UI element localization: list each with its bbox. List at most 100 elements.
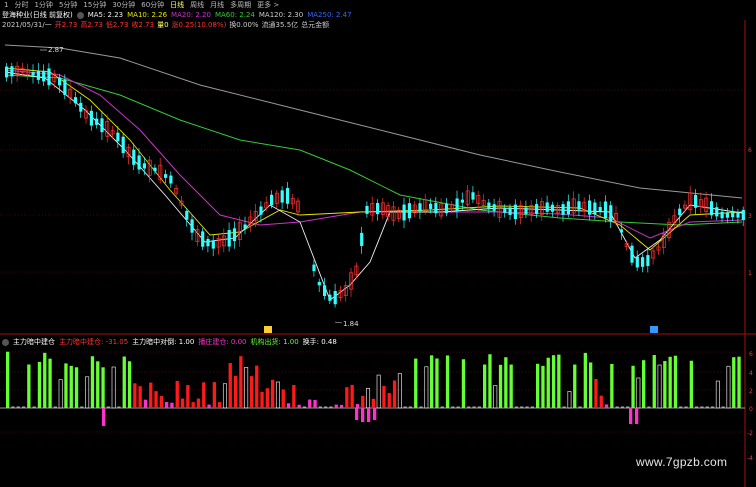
indicator-bar-tiny bbox=[700, 406, 704, 408]
candle-body-down bbox=[164, 174, 168, 178]
indicator-bar-tiny bbox=[684, 406, 688, 408]
candle-body-down bbox=[36, 70, 40, 80]
indicator-bar-red bbox=[212, 382, 216, 408]
indicator-bar-tiny bbox=[710, 406, 715, 408]
candle-body-down bbox=[31, 71, 35, 76]
indicator-bar-green bbox=[483, 364, 487, 408]
candle-body-down bbox=[333, 291, 337, 305]
candle-body-down bbox=[169, 175, 173, 184]
indicator-bar-negative bbox=[373, 408, 377, 420]
indicator-bar-green bbox=[509, 364, 513, 408]
indicator-bar-outline bbox=[376, 374, 381, 409]
indicator-bar-red bbox=[239, 356, 243, 408]
low-marker-line bbox=[334, 321, 343, 324]
indicator-bar-red bbox=[345, 387, 349, 408]
indicator-bar-tiny bbox=[408, 406, 413, 408]
candle-body-down bbox=[185, 210, 189, 220]
event-flag-icon[interactable] bbox=[264, 326, 272, 333]
indicator-bar-green bbox=[504, 357, 508, 408]
candle-body-down bbox=[429, 203, 433, 209]
indicator-bar-green bbox=[37, 361, 42, 408]
indicator-bar-magenta bbox=[207, 404, 211, 408]
candle-body-down bbox=[121, 136, 125, 154]
candle-body-down bbox=[709, 201, 714, 216]
indicator-bar-negative bbox=[635, 408, 639, 424]
indicator-bar-magenta bbox=[170, 402, 174, 408]
indicator-bar-tiny bbox=[721, 406, 725, 408]
candle-body-down bbox=[593, 202, 597, 215]
indicator-bar-tiny bbox=[472, 406, 476, 408]
indicator-bar-green bbox=[573, 364, 577, 408]
indicator-bar-green bbox=[430, 355, 434, 408]
indicator-bar-tiny bbox=[106, 406, 110, 408]
indicator-name[interactable]: 主力暗中建仓 bbox=[13, 337, 55, 347]
indicator-bar-outline bbox=[567, 391, 572, 409]
candle-body-down bbox=[508, 207, 512, 215]
indicator-bar-tiny bbox=[32, 406, 36, 408]
candle-body-down bbox=[360, 232, 364, 246]
price-axis-label-top: 6 bbox=[748, 147, 752, 154]
candle-body-down bbox=[47, 68, 51, 86]
indicator-bar-outline bbox=[85, 376, 90, 409]
candle-body-down bbox=[725, 212, 729, 218]
indicator-bar-green bbox=[737, 356, 741, 408]
indicator-bar-red bbox=[218, 402, 222, 408]
candle-body-down bbox=[142, 163, 146, 169]
indicator-bar-negative bbox=[102, 408, 106, 426]
indicator-settings-icon[interactable] bbox=[2, 338, 9, 346]
candle-body-down bbox=[407, 203, 411, 219]
watermark: www.7gpzb.com bbox=[636, 455, 728, 469]
candle-body-down bbox=[285, 188, 290, 204]
indicator-bar-tiny bbox=[647, 406, 651, 408]
candle-body-down bbox=[577, 201, 581, 210]
candle-body-down bbox=[524, 207, 528, 215]
candle-body-down bbox=[211, 240, 215, 249]
indicator-bar-red bbox=[233, 375, 238, 408]
indicator-bar-green bbox=[551, 355, 556, 408]
candle-body-down bbox=[561, 204, 565, 215]
indicator-bar-outline bbox=[715, 380, 720, 409]
kline-chart[interactable]: 2.87 1.84 6 3 1 6 4 2 0 -2 -4 bbox=[0, 0, 756, 487]
indicator-bar-red bbox=[260, 391, 264, 408]
indicator-bar-tiny bbox=[615, 406, 619, 408]
indicator-bar-tiny bbox=[440, 406, 444, 408]
candle-body-down bbox=[720, 211, 724, 219]
candlesticks bbox=[5, 61, 745, 308]
indicator-bar-green bbox=[488, 354, 492, 408]
price-axis-label-mid: 3 bbox=[748, 213, 752, 220]
indicator-bar-red bbox=[154, 391, 158, 408]
indicator-bar-tiny bbox=[21, 406, 26, 408]
candle-body-down bbox=[503, 207, 507, 213]
indicator-axis-label: 0 bbox=[749, 406, 753, 413]
indicator-bar-tiny bbox=[514, 406, 519, 408]
indicator-bar-tiny bbox=[16, 406, 20, 408]
indicator-bar-green bbox=[101, 367, 105, 408]
indicator-bar-green bbox=[610, 363, 614, 408]
indicator-bar-negative bbox=[361, 408, 365, 422]
candle-body-down bbox=[190, 219, 194, 233]
candle-body-down bbox=[694, 194, 698, 208]
indicator-bar-outline bbox=[366, 388, 371, 409]
indicator-bar-green bbox=[414, 358, 418, 408]
indicator-bar-tiny bbox=[477, 406, 481, 408]
indicator-bar-green bbox=[445, 355, 450, 408]
indicator-bar-red bbox=[180, 398, 185, 408]
candle-body-down bbox=[444, 203, 449, 214]
indicator-bar-green bbox=[536, 363, 540, 408]
candle-body-down bbox=[137, 155, 141, 170]
indicator-bar-green bbox=[631, 365, 635, 408]
candle-body-down bbox=[741, 209, 745, 221]
candle-body-down bbox=[598, 207, 602, 212]
indicator-bar-tiny bbox=[451, 406, 455, 408]
candle-body-down bbox=[232, 228, 237, 242]
candle-body-down bbox=[89, 110, 93, 126]
indicator-axis-label: 4 bbox=[749, 370, 753, 377]
indicator-bar-outline bbox=[222, 383, 227, 409]
indicator-bar-tiny bbox=[562, 406, 566, 408]
candle-body-down bbox=[641, 257, 645, 267]
indicator-bar-green bbox=[732, 357, 736, 408]
candle-body-down bbox=[603, 201, 608, 219]
indicator-bar-red bbox=[133, 383, 137, 408]
event-flag-icon[interactable] bbox=[650, 326, 658, 333]
candle-body-down bbox=[323, 285, 327, 297]
